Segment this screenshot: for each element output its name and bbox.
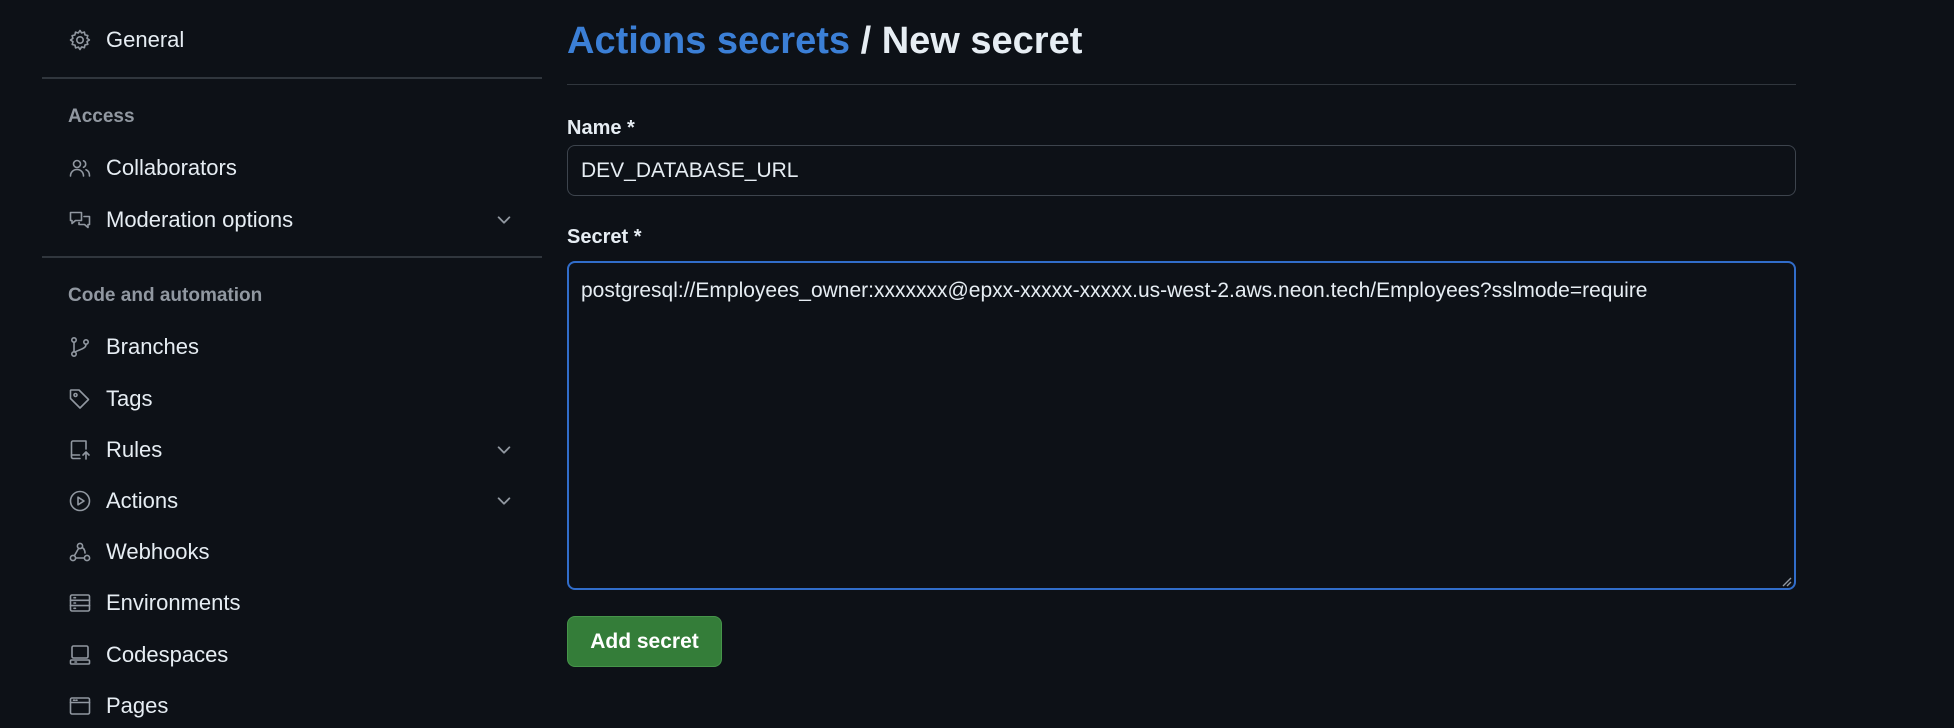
repo-push-icon — [67, 437, 93, 463]
sidebar-item-label: Branches — [106, 334, 199, 359]
page-title-text: New secret — [881, 20, 1083, 62]
tag-icon — [67, 386, 93, 412]
sidebar-item-environments[interactable]: Environments — [42, 581, 542, 625]
secret-value-textarea[interactable]: postgresql://Employees_owner:xxxxxxx@epx… — [567, 261, 1796, 590]
sidebar-item-codespaces[interactable]: Codespaces — [42, 633, 542, 677]
name-field-label: Name * — [567, 117, 635, 139]
sidebar-item-label: Webhooks — [106, 539, 210, 564]
section-heading-code-and-automation: Code and automation — [68, 285, 263, 306]
webhook-icon — [67, 539, 93, 565]
comment-discussion-icon — [67, 207, 93, 233]
sidebar-item-tags[interactable]: Tags — [42, 377, 542, 421]
chevron-down-icon[interactable] — [494, 440, 514, 460]
resize-handle-icon[interactable] — [1780, 574, 1792, 587]
sidebar-item-label: Tags — [106, 386, 153, 411]
chevron-down-icon[interactable] — [494, 210, 514, 230]
sidebar-divider — [42, 256, 542, 258]
sidebar-item-label: Collaborators — [106, 155, 237, 180]
title-divider — [567, 84, 1796, 85]
people-icon — [67, 155, 93, 181]
sidebar-item-general[interactable]: General — [42, 18, 542, 62]
sidebar-item-collaborators[interactable]: Collaborators — [42, 146, 542, 190]
sidebar-item-rules[interactable]: Rules — [42, 428, 542, 472]
sidebar-item-label: General — [106, 27, 185, 52]
chevron-down-icon[interactable] — [494, 491, 514, 511]
browser-icon — [67, 693, 93, 719]
settings-page: General Access Collaborators Moderation … — [0, 0, 1954, 728]
sidebar-item-label: Actions — [106, 488, 179, 513]
play-icon — [67, 488, 93, 514]
section-heading-access: Access — [68, 106, 135, 127]
sidebar-item-branches[interactable]: Branches — [42, 325, 542, 369]
breadcrumb-separator: / — [850, 20, 882, 62]
sidebar-item-label: Codespaces — [106, 642, 229, 667]
git-branch-icon — [67, 334, 93, 360]
sidebar-item-moderation-options[interactable]: Moderation options — [42, 198, 542, 242]
sidebar-item-webhooks[interactable]: Webhooks — [42, 530, 542, 574]
main-content: Actions secrets / New secret Name * Secr… — [567, 0, 1797, 728]
page-title: Actions secrets / New secret — [567, 20, 1082, 63]
gear-icon — [67, 27, 93, 53]
breadcrumb-actions-secrets-link[interactable]: Actions secrets — [567, 20, 850, 62]
sidebar-item-label: Pages — [106, 693, 169, 718]
sidebar-item-label: Moderation options — [106, 207, 294, 232]
sidebar-item-pages[interactable]: Pages — [42, 684, 542, 728]
settings-sidebar: General Access Collaborators Moderation … — [42, 0, 542, 728]
sidebar-item-actions[interactable]: Actions — [42, 479, 542, 523]
server-icon — [67, 590, 93, 616]
secret-name-input[interactable] — [567, 145, 1796, 196]
sidebar-divider — [42, 77, 542, 79]
add-secret-button[interactable]: Add secret — [567, 616, 722, 667]
codespaces-icon — [67, 642, 93, 668]
sidebar-item-label: Rules — [106, 437, 163, 462]
secret-field-label: Secret * — [567, 226, 642, 248]
sidebar-item-label: Environments — [106, 590, 241, 615]
